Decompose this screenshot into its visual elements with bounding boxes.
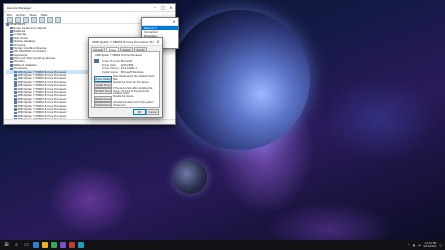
clock-date: 4/14/2021 <box>423 245 437 248</box>
device-manager-titlebar[interactable]: Device Manager – □ × <box>4 4 175 12</box>
processor-icon <box>14 98 17 101</box>
processor-icon <box>14 104 17 108</box>
driver-tab-page: AMD Ryzen 7 5800X 8-Core Processor Drive… <box>91 51 160 108</box>
minimize-button[interactable]: – <box>151 4 159 11</box>
processor-icon <box>14 111 17 115</box>
properties-title: AMD Ryzen 7 5800X 8-Core Processor Prope… <box>92 39 154 44</box>
menu-file[interactable]: File <box>7 13 12 17</box>
popup-titlebar[interactable]: × <box>142 18 178 26</box>
processor-icon <box>94 59 99 63</box>
taskbar-app-icon[interactable] <box>42 242 48 248</box>
status-bar <box>4 119 175 124</box>
ok-button[interactable]: OK <box>133 109 146 115</box>
processor-icon <box>14 84 17 87</box>
system-tray: ^ ▦ ◄ 12:31 PM 4/14/2021 ▢ <box>408 240 442 250</box>
action-description: Disable the device. <box>113 95 134 98</box>
action-description: Update the driver for this device. <box>113 81 150 84</box>
device-name: AMD Ryzen 7 5800X 8-Core Processor <box>95 54 143 57</box>
properties-titlebar[interactable]: AMD Ryzen 7 5800X 8-Core Processor Prope… <box>89 38 162 46</box>
device-category-icon <box>10 67 13 71</box>
popup-close-button[interactable]: × <box>170 18 178 25</box>
processor-icon <box>14 94 17 98</box>
processor-icon <box>14 81 17 84</box>
device-category-icon <box>6 23 9 26</box>
uninstall-device-button[interactable]: Uninstall Device <box>94 102 112 108</box>
device-category-icon <box>10 37 13 40</box>
device-category-icon <box>10 26 13 30</box>
menu-view[interactable]: View <box>29 13 36 17</box>
taskbar-app-icon[interactable] <box>51 242 57 248</box>
taskbar: ⊞ ⌕ ▭ ^ ▦ ◄ 12:31 PM 4/14/2021 ▢ <box>0 240 445 250</box>
search-icon[interactable]: ⌕ <box>13 242 20 249</box>
device-category-icon <box>10 33 13 37</box>
device-category-icon <box>10 43 13 47</box>
taskbar-app-icon[interactable] <box>33 242 39 248</box>
taskbar-app-icon[interactable] <box>60 242 66 248</box>
maximize-button[interactable]: □ <box>159 4 167 11</box>
planet-wallpaper-large <box>170 10 310 150</box>
device-manager-title: Device Manager <box>7 5 32 10</box>
device-category-icon <box>10 30 13 33</box>
device-category-icon <box>10 64 13 67</box>
field-key: Digital Signer: <box>102 70 119 74</box>
processor-icon <box>14 74 17 77</box>
device-category-icon <box>10 40 13 43</box>
planet-wallpaper-small <box>173 160 207 194</box>
properties-close-button[interactable]: × <box>154 38 162 45</box>
processor-icon <box>14 77 17 81</box>
device-category-icon <box>10 50 13 54</box>
taskbar-app-icon[interactable] <box>78 242 84 248</box>
device-tree: DESKTOP-PC Audio inputs and outputs Batter… <box>6 23 92 121</box>
network-icon[interactable]: ▦ <box>413 244 415 247</box>
device-category-icon <box>10 60 13 64</box>
close-button[interactable]: × <box>167 4 175 11</box>
notifications-icon[interactable]: ▢ <box>440 244 442 247</box>
field-value: Microsoft Windows <box>121 70 144 74</box>
menu-action[interactable]: Action <box>16 13 25 17</box>
action-description: Uninstall the device from the system (Ad… <box>113 101 154 107</box>
device-category-icon <box>10 47 13 50</box>
processor-icon <box>14 108 17 111</box>
processor-icon <box>14 87 17 91</box>
roll-back-driver-button[interactable]: Roll Back Driver <box>94 88 112 94</box>
processor-icon <box>14 114 17 118</box>
properties-dialog: AMD Ryzen 7 5800X 8-Core Processor Prope… <box>88 37 163 118</box>
windows-icon[interactable]: ⊞ <box>3 242 10 249</box>
device-category-icon <box>10 53 13 57</box>
cancel-button[interactable]: Cancel <box>146 109 159 115</box>
volume-icon[interactable]: ◄ <box>418 244 420 247</box>
device-category-icon <box>10 57 13 60</box>
clock[interactable]: 12:31 PM 4/14/2021 <box>423 242 436 248</box>
processor-icon <box>14 101 17 104</box>
processor-icon <box>14 70 17 74</box>
pinned-apps <box>30 242 84 248</box>
taskbar-app-icon[interactable] <box>69 242 75 248</box>
processor-icon <box>14 91 17 94</box>
menu-help[interactable]: Help <box>41 13 48 17</box>
chevron-up-icon[interactable]: ^ <box>408 244 410 247</box>
task-view-icon[interactable]: ▭ <box>23 242 30 249</box>
field-row: Digital Signer: Microsoft Windows <box>102 71 143 74</box>
